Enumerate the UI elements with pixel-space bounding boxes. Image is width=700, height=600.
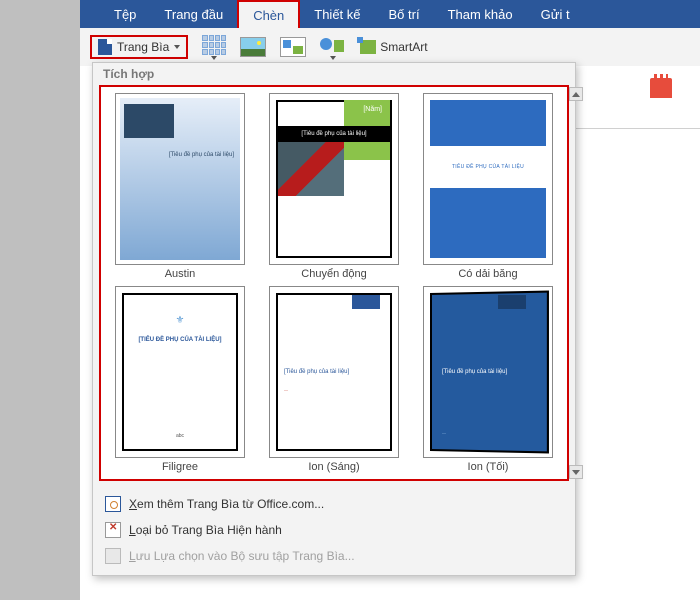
chevron-down-icon [174,45,180,49]
shapes-button[interactable] [320,35,346,60]
smartart-button[interactable]: SmartArt [360,40,427,54]
search-icon [105,496,121,512]
template-thumb: [Tiêu đề phụ của tài liệu] — [269,286,399,458]
table-icon [202,35,226,55]
shapes-icon [320,35,346,55]
template-gallery: [Tiêu đề phụ của tài liệu] Austin [Năm] … [99,85,569,481]
more-from-office-menuitem[interactable]: Xem thêm Trang Bìa từ Office.com... [93,491,575,517]
template-thumb: TIÊU ĐỀ PHỤ CỦA TÀI LIỆU [423,93,553,265]
app-window: Tệp Trang đầu Chèn Thiết kế Bố trí Tham … [80,0,700,600]
tab-trangdau[interactable]: Trang đầu [150,0,237,28]
gallery-scrollbar [569,87,583,479]
menuitem-label: Lưu Lựa chọn vào Bộ sưu tập Trang Bìa... [129,549,355,563]
menuitem-label: Xem thêm Trang Bìa từ Office.com... [129,497,324,511]
template-thumb: ⚜ [TIÊU ĐỀ PHỤ CỦA TÀI LIỆU] abc [115,286,245,458]
scroll-down-button[interactable] [569,465,583,479]
dropdown-footer: Xem thêm Trang Bìa từ Office.com... Loại… [93,485,575,575]
template-thumb: [Tiêu đề phụ của tài liệu] — [423,286,553,458]
online-picture-icon [280,37,306,57]
pictures-button[interactable] [240,37,266,57]
tab-tep[interactable]: Tệp [100,0,150,28]
template-label: Có dải băng [458,268,517,280]
cover-page-button[interactable]: Trang Bìa [90,35,188,59]
template-label: Austin [165,268,196,280]
template-label: Chuyển động [301,268,366,280]
smartart-label: SmartArt [380,40,427,54]
ribbon-tabs: Tệp Trang đầu Chèn Thiết kế Bố trí Tham … [80,0,700,28]
tab-thamkhao[interactable]: Tham khảo [434,0,527,28]
template-iontoi[interactable]: [Tiêu đề phụ của tài liệu] — Ion (Tối) [413,286,563,473]
page-icon [98,39,112,55]
tab-thietke[interactable]: Thiết kế [300,0,374,28]
save-icon [105,548,121,564]
scroll-up-button[interactable] [569,87,583,101]
template-austin[interactable]: [Tiêu đề phụ của tài liệu] Austin [105,93,255,280]
chevron-down-icon [330,56,336,60]
save-selection-menuitem: Lưu Lựa chọn vào Bộ sưu tập Trang Bìa... [93,543,575,569]
template-ionsang[interactable]: [Tiêu đề phụ của tài liệu] — Ion (Sáng) [259,286,409,473]
chevron-up-icon [572,92,580,97]
tab-botri[interactable]: Bố trí [375,0,434,28]
template-chuyendong[interactable]: [Năm] [Tiêu đề phụ của tài liệu] Chuyển … [259,93,409,280]
cover-page-label: Trang Bìa [117,40,169,54]
template-filigree[interactable]: ⚜ [TIÊU ĐỀ PHỤ CỦA TÀI LIỆU] abc Filigre… [105,286,255,473]
dropdown-section-label: Tích hợp [93,63,575,81]
chevron-down-icon [211,56,217,60]
template-label: Ion (Sáng) [308,461,359,473]
template-codaibang[interactable]: TIÊU ĐỀ PHỤ CỦA TÀI LIỆU Có dải băng [413,93,563,280]
remove-icon [105,522,121,538]
template-thumb: [Tiêu đề phụ của tài liệu] [115,93,245,265]
ribbon-toolbar: Trang Bìa SmartArt [80,28,700,66]
tab-chen[interactable]: Chèn [237,0,300,28]
tab-guit[interactable]: Gửi t [527,0,584,28]
menuitem-label: Loại bỏ Trang Bìa Hiện hành [129,523,282,537]
online-pictures-button[interactable] [280,37,306,57]
store-icon[interactable] [650,78,672,98]
table-button[interactable] [202,35,226,60]
cover-page-dropdown: Tích hợp [Tiêu đề phụ của tài liệu] Aust… [92,62,576,576]
chevron-down-icon [572,470,580,475]
template-label: Ion (Tối) [468,461,509,473]
remove-cover-menuitem[interactable]: Loại bỏ Trang Bìa Hiện hành [93,517,575,543]
template-label: Filigree [162,461,198,473]
smartart-icon [360,40,376,54]
template-thumb: [Năm] [Tiêu đề phụ của tài liệu] [269,93,399,265]
picture-icon [240,37,266,57]
